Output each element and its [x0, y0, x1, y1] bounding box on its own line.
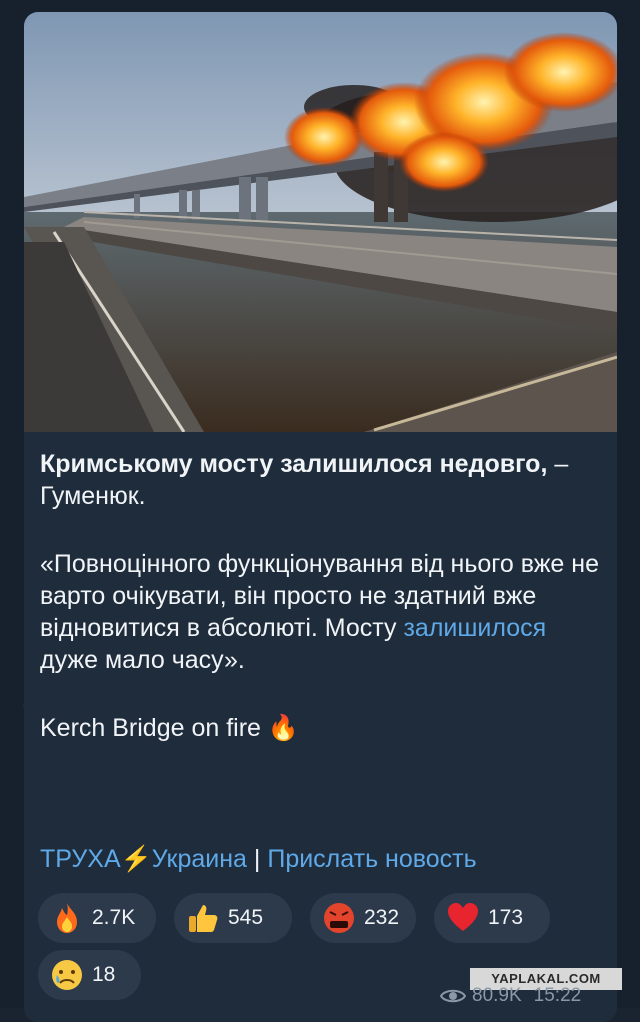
reaction-count: 2.7K	[92, 906, 136, 929]
thumbs-up-icon	[189, 905, 218, 932]
submit-news-link[interactable]: Прислать новость	[267, 845, 476, 873]
view-count: 80.9K	[472, 985, 522, 1006]
message-bubble: Кримському мосту залишилося недовго, – Г…	[24, 12, 617, 1022]
english-text: Kerch Bridge on fire	[40, 714, 261, 742]
angry-face-icon	[324, 903, 354, 933]
signature-separator: |	[253, 845, 261, 873]
reaction-crying[interactable]: 18	[38, 950, 141, 1000]
reaction-heart[interactable]: 173	[434, 893, 550, 943]
message-time: 15:22	[533, 985, 582, 1006]
reaction-thumbs-up[interactable]: 545	[174, 893, 292, 943]
eye-icon	[440, 989, 466, 1003]
post-text: Кримському мосту залишилося недовго, – Г…	[40, 448, 600, 744]
reaction-count: 545	[228, 906, 264, 929]
quote-text-2: дуже мало часу».	[40, 646, 245, 674]
reaction-count: 18	[92, 963, 116, 986]
reaction-count: 232	[364, 906, 400, 929]
reaction-angry[interactable]: 232	[310, 893, 416, 943]
channel-link[interactable]: ТРУХА⚡Украина	[40, 845, 247, 873]
reaction-count: 173	[488, 906, 524, 929]
crying-face-icon	[52, 960, 82, 990]
channel-signature: ТРУХА⚡Украина | Прислать новость	[40, 845, 477, 874]
fire-emoji-icon: 🔥	[267, 714, 300, 742]
reaction-fire[interactable]: 2.7K	[38, 893, 156, 943]
post-english-line: Kerch Bridge on fire 🔥	[40, 712, 600, 744]
heart-icon	[448, 903, 478, 931]
post-quote: «Повноцінного функціонування від нього в…	[40, 548, 600, 676]
message-meta: 80.9K 15:22	[440, 985, 581, 1007]
quote-link[interactable]: залишилося	[403, 614, 546, 642]
burning-bridge-photo[interactable]	[24, 12, 617, 432]
post-title-bold: Кримському мосту залишилося недовго,	[40, 450, 548, 478]
fire-icon	[57, 903, 77, 933]
post-title: Кримському мосту залишилося недовго, – Г…	[40, 448, 600, 512]
